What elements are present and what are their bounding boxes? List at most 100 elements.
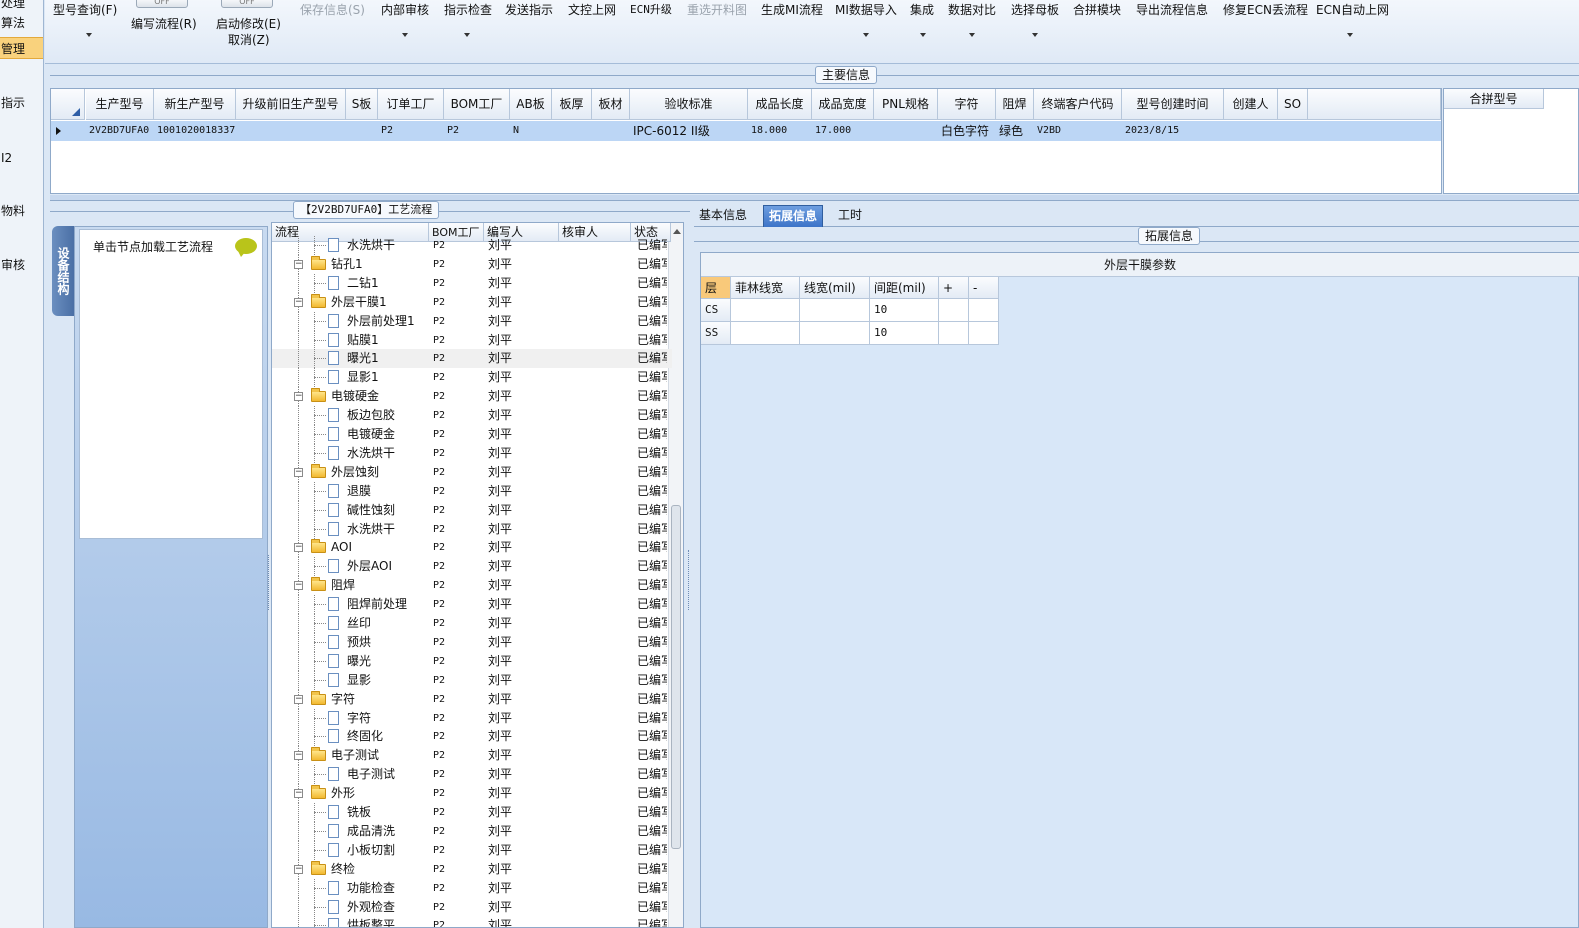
ext-cell-empty[interactable] bbox=[939, 322, 969, 345]
ext-cell-empty[interactable] bbox=[939, 299, 969, 322]
main-grid-cell-18[interactable] bbox=[1278, 121, 1308, 141]
doc-control-online-button[interactable]: 文控上网 bbox=[568, 1, 616, 18]
main-grid-cell-11[interactable]: 17.000 bbox=[812, 121, 874, 141]
tree-row[interactable]: 烘板整平 P2 刘平 已编写 bbox=[272, 916, 672, 927]
tree-row[interactable]: − 钻孔1 P2 刘平 已编写 bbox=[272, 254, 672, 274]
integration-dropdown-icon[interactable] bbox=[920, 33, 926, 37]
tree-row[interactable]: 成品清洗 P2 刘平 已编写 bbox=[272, 821, 672, 841]
ext-cell-spacing[interactable]: 10 bbox=[870, 322, 939, 345]
ext-cell-film_width[interactable] bbox=[731, 299, 800, 322]
tree-row[interactable]: − 外形 P2 刘平 已编写 bbox=[272, 784, 672, 804]
collapse-icon[interactable]: − bbox=[294, 467, 303, 477]
main-grid-cell-7[interactable] bbox=[552, 121, 592, 141]
tree-row[interactable]: 外层前处理1 P2 刘平 已编写 bbox=[272, 311, 672, 331]
ext-cell-line_width[interactable] bbox=[800, 322, 870, 345]
main-grid-cell-17[interactable] bbox=[1224, 121, 1278, 141]
nav-item-1[interactable]: 算法 bbox=[0, 12, 43, 34]
type-query-dropdown-icon[interactable] bbox=[86, 33, 92, 37]
send-instruction-button[interactable]: 发送指示 bbox=[505, 1, 553, 18]
start-modify-button[interactable]: 启动修改(E) bbox=[216, 15, 281, 32]
main-grid-cell-4[interactable]: P2 bbox=[378, 121, 444, 141]
tree-row[interactable]: 水洗烘干 P2 刘平 已编写 bbox=[272, 519, 672, 539]
main-grid-header-18[interactable]: SO bbox=[1278, 89, 1308, 120]
main-grid-header-5[interactable]: BOM工厂 bbox=[444, 89, 510, 120]
tree-row[interactable]: 外层AOI P2 刘平 已编写 bbox=[272, 557, 672, 577]
main-grid-header-9[interactable]: 验收标准 bbox=[630, 89, 748, 120]
ecn-auto-online-button[interactable]: ECN自动上网 bbox=[1316, 1, 1389, 18]
tree-row[interactable]: 铣板 P2 刘平 已编写 bbox=[272, 803, 672, 822]
tree-row[interactable]: 退膜 P2 刘平 已编写 bbox=[272, 481, 672, 501]
nav-item-6[interactable]: 审核 bbox=[0, 254, 43, 276]
tree-row[interactable]: 电镀硬金 P2 刘平 已编写 bbox=[272, 425, 672, 444]
main-grid-cell-5[interactable]: P2 bbox=[444, 121, 510, 141]
main-grid-header-14[interactable]: 阻焊 bbox=[996, 89, 1034, 120]
tree-row[interactable]: 显影1 P2 刘平 已编写 bbox=[272, 368, 672, 388]
collapse-icon[interactable]: − bbox=[294, 789, 303, 799]
main-grid-cell-0[interactable]: 2V2BD7UFA0 bbox=[86, 121, 154, 141]
main-grid-cell-14[interactable]: 绿色 bbox=[996, 121, 1034, 141]
main-grid-cell-2[interactable] bbox=[236, 121, 346, 141]
tree-row[interactable]: 显影 P2 刘平 已编写 bbox=[272, 670, 672, 690]
mi-data-import-dropdown-icon[interactable] bbox=[863, 33, 869, 37]
reselect-cut-chart-button[interactable]: 重选开料图 bbox=[687, 1, 747, 18]
tree-row[interactable]: 丝印 P2 刘平 已编写 bbox=[272, 614, 672, 633]
tab-0[interactable]: 基本信息 bbox=[694, 205, 752, 227]
tree-row[interactable]: 碱性蚀刻 P2 刘平 已编写 bbox=[272, 500, 672, 520]
select-mother-board-button[interactable]: 选择母板 bbox=[1011, 1, 1059, 18]
collapse-icon[interactable]: − bbox=[294, 751, 303, 761]
tab-2[interactable]: 工时 bbox=[833, 205, 867, 227]
main-grid-header-15[interactable]: 终端客户代码 bbox=[1034, 89, 1122, 120]
export-flow-info-button[interactable]: 导出流程信息 bbox=[1136, 1, 1208, 18]
main-grid-header-7[interactable]: 板厚 bbox=[552, 89, 592, 120]
generate-mi-flow-button[interactable]: 生成MI流程 bbox=[761, 1, 823, 18]
collapse-icon[interactable]: − bbox=[294, 297, 303, 307]
tree-row[interactable]: 水洗烘干 P2 刘平 已编写 bbox=[272, 443, 672, 463]
horizontal-splitter[interactable] bbox=[50, 195, 1579, 201]
main-grid-header-11[interactable]: 成品宽度 bbox=[812, 89, 874, 120]
main-grid-cell-9[interactable]: IPC-6012 II级 bbox=[630, 121, 748, 141]
main-grid-cell-6[interactable]: N bbox=[510, 121, 552, 141]
scroll-up-icon[interactable] bbox=[673, 229, 681, 234]
tree-row[interactable]: 阻焊前处理 P2 刘平 已编写 bbox=[272, 595, 672, 615]
tree-row[interactable]: 曝光1 P2 刘平 已编写 bbox=[272, 349, 672, 369]
tree-row[interactable]: 预烘 P2 刘平 已编写 bbox=[272, 632, 672, 652]
collapse-icon[interactable]: − bbox=[294, 864, 303, 874]
nav-item-4[interactable]: I2 bbox=[0, 147, 43, 169]
save-info-button[interactable]: 保存信息(S) bbox=[300, 1, 365, 18]
main-grid-cell-8[interactable] bbox=[592, 121, 630, 141]
tree-row[interactable]: 贴膜1 P2 刘平 已编写 bbox=[272, 330, 672, 350]
start-modify-toggle[interactable]: OFF bbox=[221, 0, 273, 8]
ext-cell-spacing[interactable]: 10 bbox=[870, 299, 939, 322]
mi-data-import-button[interactable]: MI数据导入 bbox=[835, 1, 897, 18]
main-grid-cell-13[interactable]: 白色字符 bbox=[938, 121, 996, 141]
main-grid-header-3[interactable]: S板 bbox=[346, 89, 378, 120]
internal-review-dropdown-icon[interactable] bbox=[402, 33, 408, 37]
ext-header-5[interactable]: - bbox=[969, 277, 999, 299]
main-grid-header-12[interactable]: PNL规格 bbox=[874, 89, 938, 120]
main-grid-header-1[interactable]: 新生产型号 bbox=[154, 89, 236, 120]
main-grid-header-17[interactable]: 创建人 bbox=[1224, 89, 1278, 120]
main-grid-header-4[interactable]: 订单工厂 bbox=[378, 89, 444, 120]
tree-row[interactable]: 字符 P2 刘平 已编写 bbox=[272, 708, 672, 728]
ext-cell-line_width[interactable] bbox=[800, 299, 870, 322]
tree-scrollbar-thumb[interactable] bbox=[671, 505, 681, 849]
tree-row[interactable]: − 外层蚀刻 P2 刘平 已编写 bbox=[272, 462, 672, 482]
main-grid-cell-10[interactable]: 18.000 bbox=[748, 121, 812, 141]
tree-row[interactable]: 二钻1 P2 刘平 已编写 bbox=[272, 273, 672, 293]
main-grid-header-6[interactable]: AB板 bbox=[510, 89, 552, 120]
main-grid-header-8[interactable]: 板材 bbox=[592, 89, 630, 120]
nav-item-3[interactable]: 指示 bbox=[0, 92, 43, 114]
write-flow-button[interactable]: 编写流程(R) bbox=[131, 15, 197, 32]
merge-module-button[interactable]: 合拼模块 bbox=[1073, 1, 1121, 18]
type-query-button[interactable]: 型号查询(F) bbox=[53, 1, 117, 18]
main-grid-header-10[interactable]: 成品长度 bbox=[748, 89, 812, 120]
tree-row[interactable]: 曝光 P2 刘平 已编写 bbox=[272, 651, 672, 671]
tree-row[interactable]: 小板切割 P2 刘平 已编写 bbox=[272, 840, 672, 860]
tree-row[interactable]: − 电镀硬金 P2 刘平 已编写 bbox=[272, 387, 672, 407]
nav-item-5[interactable]: 物料 bbox=[0, 200, 43, 222]
tree-row[interactable]: 功能检查 P2 刘平 已编写 bbox=[272, 878, 672, 898]
tree-row[interactable]: 水洗烘干 P2 刘平 已编写 bbox=[272, 236, 672, 255]
main-grid-header-16[interactable]: 型号创建时间 bbox=[1122, 89, 1224, 120]
nav-item-2[interactable]: 管理 bbox=[0, 37, 43, 59]
write-flow-toggle[interactable]: OFF bbox=[136, 0, 188, 8]
